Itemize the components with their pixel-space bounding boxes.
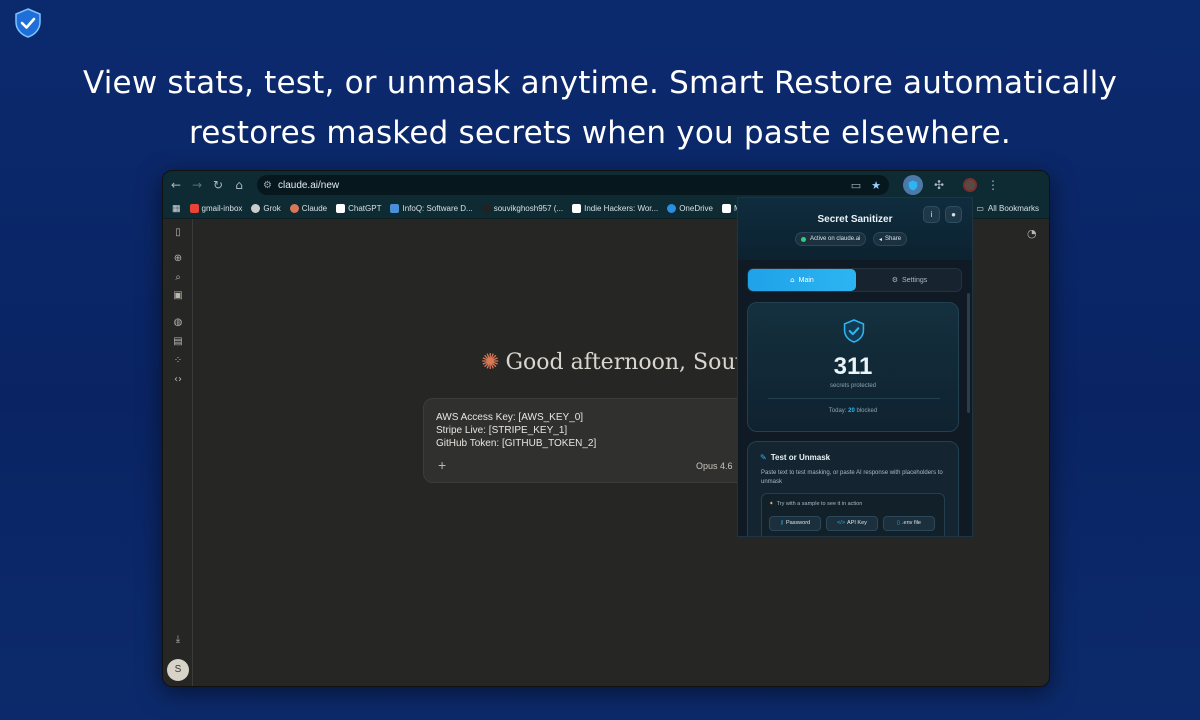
onedrive-favicon-icon [667,204,677,213]
sample-hint: ✦ Try with a sample to see it in action [769,501,863,507]
input-line: Stripe Live: [STRIPE_KEY_1] [436,425,568,436]
model-selector[interactable]: Opus 4.6 [696,461,733,471]
greeting-text: Good afternoon, Souv [505,350,748,375]
tab-main[interactable]: ⌂ Main [748,269,856,291]
secrets-label: secrets protected [829,383,877,389]
sample-box: ✦ Try with a sample to see it in action ⚷… [761,493,945,536]
download-icon[interactable]: ⤓ [172,634,184,646]
medium-favicon-icon [722,204,731,213]
forward-icon[interactable]: → [189,177,205,193]
test-unmask-card: ✎ Test or Unmask Paste text to test maski… [747,441,959,536]
sample-api-key-button[interactable]: </> API Key [826,516,878,531]
projects-icon[interactable]: ▤ [172,336,184,348]
bookmark-item[interactable]: gmail-inbox [189,204,242,213]
add-attachment-icon[interactable]: + [438,457,446,473]
headline-line-1: View stats, test, or unmask anytime. Sma… [83,65,1117,101]
url-text[interactable]: claude.ai/new [278,180,851,191]
bookmark-item[interactable]: Claude [289,204,327,213]
site-info-icon[interactable]: ⚙ [263,180,272,191]
greeting: ✺ Good afternoon, Souv [481,350,748,375]
popup-scrollbar[interactable] [967,293,970,413]
chatgpt-favicon-icon [336,204,346,213]
input-line: GitHub Token: [GITHUB_TOKEN_2] [436,438,597,449]
input-line: AWS Access Key: [AWS_KEY_0] [436,412,584,423]
folder-icon: ▭ [976,204,984,213]
back-icon[interactable]: ← [168,177,184,193]
extensions-puzzle-icon[interactable]: ✣ [931,177,947,193]
bookmark-item[interactable]: Grok [251,204,281,213]
status-badge: Active on claude.ai [795,232,867,246]
secrets-count: 311 [833,353,873,380]
chat-input[interactable]: AWS Access Key: [AWS_KEY_0] Stripe Live:… [423,398,763,483]
code-icon: </> [837,520,846,526]
bookmark-star-icon[interactable]: ★ [871,179,881,192]
address-bar[interactable]: ⚙ claude.ai/new ▭ ★ [257,175,889,195]
shield-logo-icon [15,8,41,38]
browser-menu-icon[interactable]: ⋮ [985,177,1001,193]
github-favicon-icon [481,204,491,213]
file-icon: ▯ [897,520,901,526]
share-button[interactable]: ◂ Share [873,232,908,246]
briefcase-icon[interactable]: ▣ [172,290,184,302]
claude-sidebar: ▯ ⊕ ⌕ ▣ ◍ ▤ ⁘ ‹› ⤓ S [163,219,193,686]
search-icon[interactable]: ⌕ [172,272,184,284]
test-description: Paste text to test masking, or paste AI … [761,470,943,485]
reload-icon[interactable]: ↻ [210,177,226,193]
user-avatar[interactable]: S [167,659,189,681]
browser-window: ← → ↻ ⌂ ⚙ claude.ai/new ▭ ★ ✣ ⋮ ▦ gmail-… [162,170,1050,687]
claude-favicon-icon [289,204,299,213]
all-bookmarks[interactable]: ▭ All Bookmarks [976,204,1039,213]
secret-sanitizer-extension-icon[interactable] [903,175,923,195]
gmail-favicon-icon [189,204,199,213]
stats-card: 311 secrets protected Today: 20 blocked [747,302,959,432]
headline-line-2: restores masked secrets when you paste e… [189,115,1011,151]
test-title: ✎ Test or Unmask [760,453,831,462]
popup-tabs: ⌂ Main ⚙ Settings [747,268,962,292]
chats-icon[interactable]: ◍ [172,317,184,329]
key-icon: ⚷ [779,520,784,526]
toggle-button[interactable]: ● [945,206,962,223]
pencil-icon: ✎ [760,453,767,462]
shield-check-icon [843,319,865,343]
info-button[interactable]: i [923,206,940,223]
sample-env-file-button[interactable]: ▯ .env file [883,516,935,531]
sample-password-button[interactable]: ⚷ Password [769,516,821,531]
infoq-favicon-icon [390,204,400,213]
cast-icon[interactable]: ▭ [851,179,861,192]
indiehackers-favicon-icon [572,204,582,213]
today-count: 20 [848,408,855,414]
divider [768,398,940,399]
incognito-chat-icon[interactable]: ◔ [1027,227,1039,240]
bookmark-item[interactable]: Indie Hackers: Wor... [572,204,658,213]
bookmark-item[interactable]: souvikghosh957 (... [481,204,563,213]
grok-favicon-icon [251,204,261,213]
bookmark-item[interactable]: InfoQ: Software D... [390,204,473,213]
bookmark-item[interactable]: OneDrive [667,204,713,213]
new-chat-icon[interactable]: ⊕ [172,253,184,265]
code-icon[interactable]: ‹› [172,374,184,386]
secret-sanitizer-popup: Secret Sanitizer i ● Active on claude.ai… [737,197,973,537]
chat-input-text[interactable]: AWS Access Key: [AWS_KEY_0] Stripe Live:… [436,411,596,450]
sidebar-toggle-icon[interactable]: ▯ [172,227,184,239]
tab-settings[interactable]: ⚙ Settings [856,269,963,291]
today-stat: Today: 20 blocked [828,408,878,414]
claude-star-icon: ✺ [481,350,500,375]
bookmark-item[interactable]: ChatGPT [336,204,381,213]
artifacts-icon[interactable]: ⁘ [172,355,184,367]
browser-toolbar: ← → ↻ ⌂ ⚙ claude.ai/new ▭ ★ ✣ ⋮ [163,171,1049,199]
home-icon: ⌂ [790,276,795,284]
lightbulb-icon: ✦ [769,501,774,507]
share-icon: ◂ [879,235,883,243]
headline: View stats, test, or unmask anytime. Sma… [0,58,1200,158]
popup-header: Secret Sanitizer i ● Active on claude.ai… [738,198,972,260]
apps-grid-icon[interactable]: ▦ [172,203,181,214]
profile-avatar[interactable] [963,178,977,192]
status-dot-icon [801,236,806,242]
home-icon[interactable]: ⌂ [231,177,247,193]
gear-icon: ⚙ [891,276,898,284]
